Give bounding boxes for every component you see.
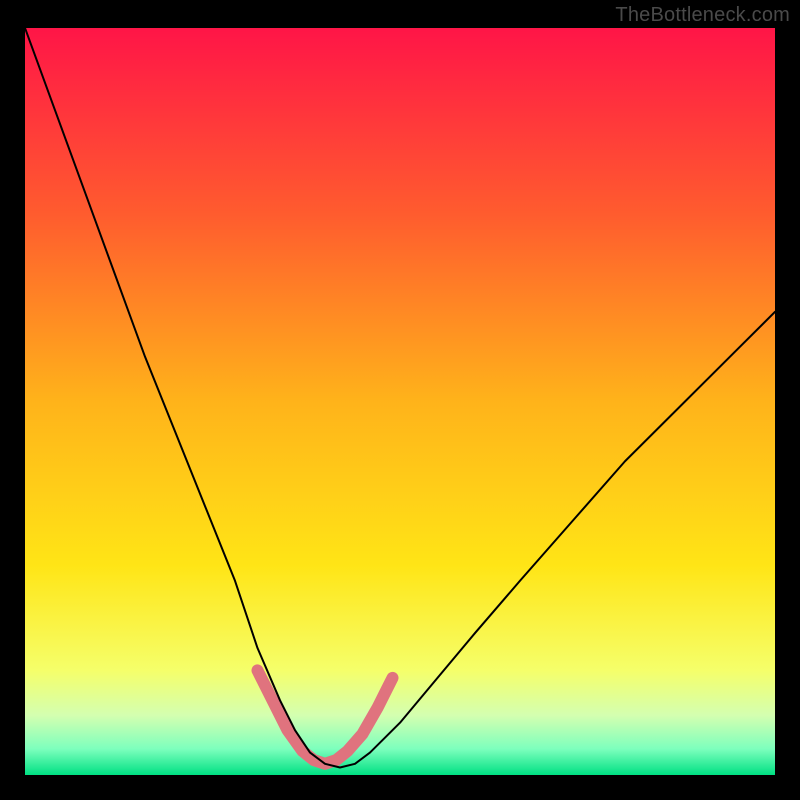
- watermark-text: TheBottleneck.com: [615, 4, 790, 27]
- chart-frame: TheBottleneck.com: [0, 0, 800, 800]
- gradient-background: [25, 28, 775, 775]
- plot-area: [25, 28, 775, 775]
- chart-svg: [25, 28, 775, 775]
